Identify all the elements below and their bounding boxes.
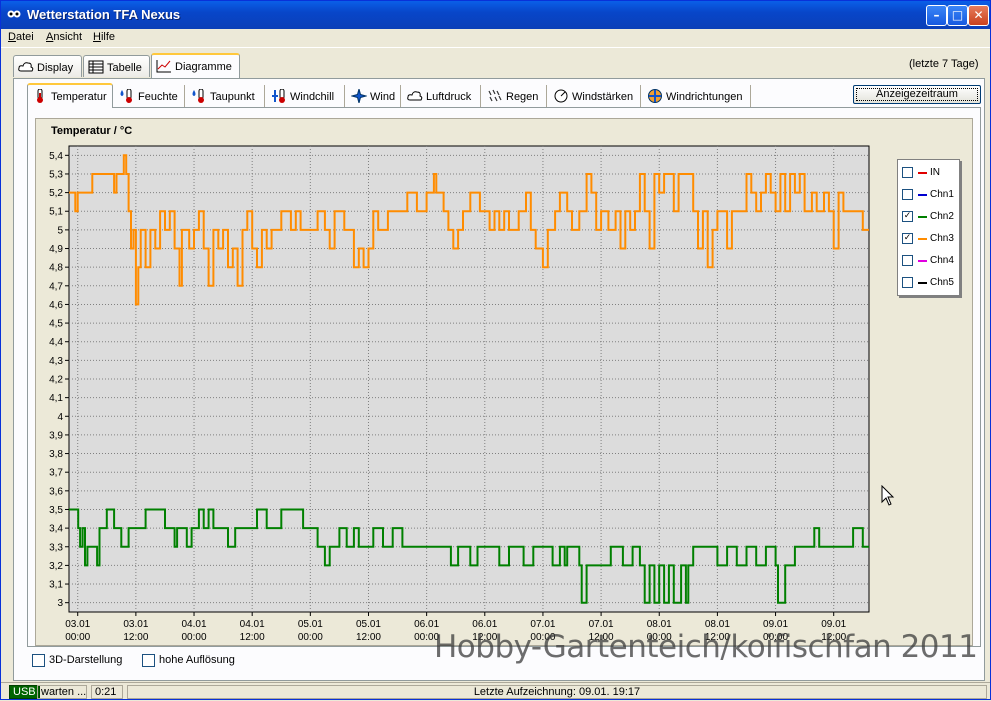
3d-checkbox-label: 3D-Darstellung [49, 654, 123, 666]
x-tick-label-time: 00:00 [298, 632, 323, 643]
legend-checkbox[interactable]: ✓ [902, 211, 913, 222]
y-tick-label: 3,8 [49, 449, 63, 460]
temperature-chart: 5,4 5,3 5,2 5,1 5 4,9 4,8 4,7 4,6 4,5 4,4 4,3 4,2 4,1… [49, 145, 870, 643]
y-tick-label: 4,9 [49, 244, 63, 255]
legend-swatch [918, 194, 927, 196]
x-tick-label-date: 03.01 [65, 619, 90, 630]
x-tick-label-time: 12:00 [356, 632, 381, 643]
legend-checkbox[interactable] [902, 255, 913, 266]
status-bar: USB warten ... 0:21 Letzte Aufzeichnung:… [1, 682, 990, 699]
x-tick-label-date: 03.01 [123, 619, 148, 630]
y-tick-label: 4,2 [49, 375, 63, 386]
y-tick-label: 5 [57, 225, 63, 236]
y-tick-label: 4,3 [49, 356, 63, 367]
status-last-record: Letzte Aufzeichnung: 09.01. 19:17 [127, 685, 987, 699]
mouse-cursor-icon [881, 485, 895, 506]
3d-checkbox-box[interactable] [32, 654, 45, 667]
y-tick-label: 3 [57, 598, 63, 609]
x-tick-label-date: 05.01 [356, 619, 381, 630]
y-tick-label: 4,6 [49, 300, 63, 311]
chart-icon [156, 60, 171, 73]
y-tick-label: 5,4 [49, 151, 63, 162]
x-tick-label-time: 00:00 [182, 632, 207, 643]
legend-swatch [918, 172, 927, 174]
x-tick-label-time: 00:00 [65, 632, 90, 643]
y-tick-label: 3,5 [49, 505, 63, 516]
tab-diagramme[interactable]: Diagramme [151, 53, 240, 78]
app-window: Wetterstation TFA Nexus – □ ✕ Datei Ansi… [0, 0, 991, 700]
x-tick-label-date: 04.01 [240, 619, 265, 630]
y-tick-label: 4,4 [49, 337, 63, 348]
x-tick-label-time: 12:00 [240, 632, 265, 643]
chart-legend: IN Chn1 ✓ Chn2 ✓ Chn3 Chn4 Chn5 [897, 159, 960, 296]
legend-checkbox[interactable] [902, 277, 913, 288]
legend-checkbox[interactable] [902, 189, 913, 200]
y-tick-label: 3,9 [49, 430, 63, 441]
legend-label: Chn3 [930, 233, 954, 244]
status-state: warten ... [37, 685, 87, 699]
legend-label: Chn5 [930, 277, 954, 288]
legend-swatch [918, 282, 927, 284]
y-tick-label: 3,6 [49, 486, 63, 497]
usb-indicator: USB [9, 685, 40, 699]
highres-checkbox-box[interactable] [142, 654, 155, 667]
tab-diagramme-label: Diagramme [175, 61, 232, 73]
y-tick-label: 5,1 [49, 207, 63, 218]
y-tick-label: 3,1 [49, 580, 63, 591]
y-tick-label: 3,2 [49, 561, 63, 572]
thermometer-icon [37, 89, 43, 103]
tab-temperatur-label: Temperatur [51, 91, 107, 103]
y-tick-label: 4,1 [49, 393, 63, 404]
legend-checkbox[interactable]: ✓ [902, 233, 913, 244]
y-tick-label: 3,3 [49, 542, 63, 553]
y-tick-label: 5,3 [49, 169, 63, 180]
x-tick-label-time: 12:00 [123, 632, 148, 643]
highres-checkbox-label: hohe Auflösung [159, 654, 235, 666]
x-tick-label-date: 04.01 [182, 619, 207, 630]
tab-temperatur[interactable]: Temperatur [27, 83, 113, 108]
y-tick-label: 5,2 [49, 188, 63, 199]
legend-label: Chn1 [930, 189, 954, 200]
status-timer: 0:21 [91, 685, 123, 699]
y-tick-label: 4,7 [49, 281, 63, 292]
y-tick-label: 3,4 [49, 524, 63, 535]
y-tick-label: 3,7 [49, 468, 63, 479]
y-tick-label: 4 [57, 412, 63, 423]
legend-label: IN [930, 167, 940, 178]
legend-label: Chn4 [930, 255, 954, 266]
watermark-text: Hobby-Gartenteich/koifischfan 2011 [434, 629, 978, 665]
legend-label: Chn2 [930, 211, 954, 222]
legend-swatch [918, 216, 927, 218]
y-tick-label: 4,5 [49, 319, 63, 330]
legend-swatch [918, 238, 927, 240]
legend-swatch [918, 260, 927, 262]
x-tick-label-date: 05.01 [298, 619, 323, 630]
legend-checkbox[interactable] [902, 167, 913, 178]
y-tick-label: 4,8 [49, 263, 63, 274]
